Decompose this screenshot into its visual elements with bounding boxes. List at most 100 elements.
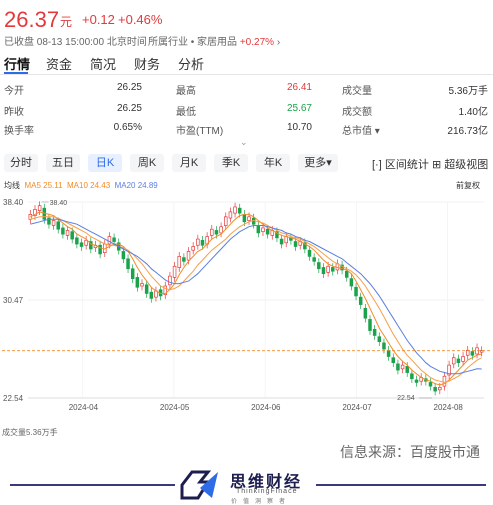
period-selector: 分时 五日 日K 周K 月K 季K 年K 更多▾ [·] 区间统计 ⊞ 超级视图 [0, 152, 493, 174]
candle [386, 349, 391, 357]
candle [214, 230, 219, 235]
x-tick-label: 2024-06 [251, 403, 281, 412]
candle [200, 239, 205, 246]
candle [135, 277, 140, 288]
stat-value: 1.40亿 [458, 107, 488, 118]
period-daily[interactable]: 日K [88, 154, 122, 172]
main-tabs: 行情 资金 简况 财务 分析 [0, 52, 493, 75]
candle [65, 230, 70, 236]
candle [344, 270, 349, 278]
candle [172, 265, 177, 278]
stats-row: 换手率 0.65% 市盈(TTM) 10.70 总市值 ▾ 216.73亿 [0, 122, 493, 137]
period-yearly[interactable]: 年K [256, 154, 290, 172]
tab-finance[interactable]: 财务 [134, 54, 160, 73]
candle [228, 211, 233, 219]
candle [196, 238, 200, 246]
candle [363, 307, 368, 319]
stats-row: 今开 26.25 最高 26.41 成交量 5.36万手 [0, 82, 493, 97]
chevron-right-icon: › [276, 37, 281, 48]
ma5-legend: MA5 25.11 [24, 181, 63, 190]
current-price: 26.37 [4, 7, 60, 32]
candle [265, 228, 270, 235]
period-intraday[interactable]: 分时 [4, 154, 38, 172]
ma20-legend: MA20 24.89 [114, 181, 158, 190]
ma5-line [30, 211, 482, 386]
restore-mode-button[interactable]: 前复权 [456, 180, 480, 191]
candle [247, 216, 251, 221]
stats-row: 昨收 26.25 最低 25.67 成交额 1.40亿 [0, 103, 493, 118]
high-annotation: 38.40 [50, 200, 68, 207]
candle [140, 283, 144, 287]
candle [261, 227, 265, 233]
candle [461, 356, 465, 362]
x-tick-label: 2024-08 [434, 403, 464, 412]
candle [452, 357, 456, 365]
candle [121, 251, 126, 260]
ma-legend-title: 均线 [4, 181, 20, 190]
candle [126, 258, 130, 270]
candle [358, 296, 363, 305]
candlestick-chart[interactable]: 38.40 30.47 22.54 2024-04 2024-05 2024-0… [0, 192, 493, 426]
candle [191, 246, 195, 251]
candle [317, 262, 321, 270]
period-5day[interactable]: 五日 [46, 154, 80, 172]
candle [186, 251, 191, 261]
candle [233, 206, 237, 214]
candle [37, 205, 42, 212]
candle [368, 319, 372, 331]
candle [98, 244, 102, 255]
close-time-info: 已收盘 08-13 15:00:00 北京时间 [4, 37, 147, 48]
candle [354, 286, 358, 297]
period-quarterly[interactable]: 季K [214, 154, 248, 172]
tab-quote[interactable]: 行情 [4, 54, 30, 73]
candle [382, 342, 386, 350]
industry-label: 所属行业 • 家居用品 [148, 37, 238, 48]
candle [410, 373, 414, 380]
period-more[interactable]: 更多▾ [298, 154, 338, 172]
interval-stats-label: 区间统计 [384, 159, 429, 171]
industry-pct: +0.27% [239, 37, 275, 48]
period-monthly[interactable]: 月K [172, 154, 206, 172]
candle [224, 216, 228, 226]
candle [237, 207, 242, 214]
ma-lines [30, 211, 482, 386]
grid-icon: ⊞ [432, 159, 442, 171]
source-credit: 信息来源：百度股市通 [340, 444, 480, 460]
x-tick-label: 2024-07 [342, 403, 372, 412]
ma-legend: 均线 MA5 25.11 MA10 24.43 MA20 24.89 [4, 180, 158, 191]
candle [182, 257, 186, 262]
x-tick-label: 2024-05 [160, 403, 190, 412]
tab-funds[interactable]: 资金 [46, 54, 72, 73]
stat-label: 成交量 [342, 86, 372, 97]
candle [428, 382, 433, 387]
industry-link[interactable]: 所属行业 • 家居用品 +0.27% › [148, 33, 280, 48]
candle [438, 387, 442, 391]
market-cap-dropdown[interactable]: 总市值 ▾ [342, 122, 380, 137]
expand-chevron-icon[interactable]: ⌄ [240, 137, 248, 148]
candle [219, 226, 223, 234]
low-annotation: 22.54 [397, 395, 415, 402]
stat-label: 昨收 [4, 107, 24, 118]
candle [312, 257, 316, 262]
super-view-button[interactable]: ⊞ 超级视图 [432, 156, 488, 172]
candle [470, 351, 475, 356]
candle [56, 221, 60, 230]
candle [414, 379, 419, 383]
candle [51, 220, 56, 226]
candle [326, 265, 330, 273]
tab-analysis[interactable]: 分析 [178, 54, 204, 73]
stat-value: 10.70 [286, 122, 312, 133]
candle [349, 278, 354, 287]
stat-value: 25.67 [286, 103, 312, 114]
brand-english: ThinkingFinace [236, 488, 298, 495]
interval-stats-button[interactable]: [·] 区间统计 [372, 156, 429, 172]
candle [400, 364, 405, 370]
period-weekly[interactable]: 周K [130, 154, 164, 172]
candle [144, 284, 149, 294]
candle [372, 328, 377, 336]
y-tick-label: 30.47 [3, 296, 24, 305]
volume-label: 成交量5.36万手 [2, 428, 58, 437]
brand-logo-icon [180, 470, 218, 500]
tab-profile[interactable]: 简况 [90, 54, 116, 73]
candle [279, 238, 284, 245]
